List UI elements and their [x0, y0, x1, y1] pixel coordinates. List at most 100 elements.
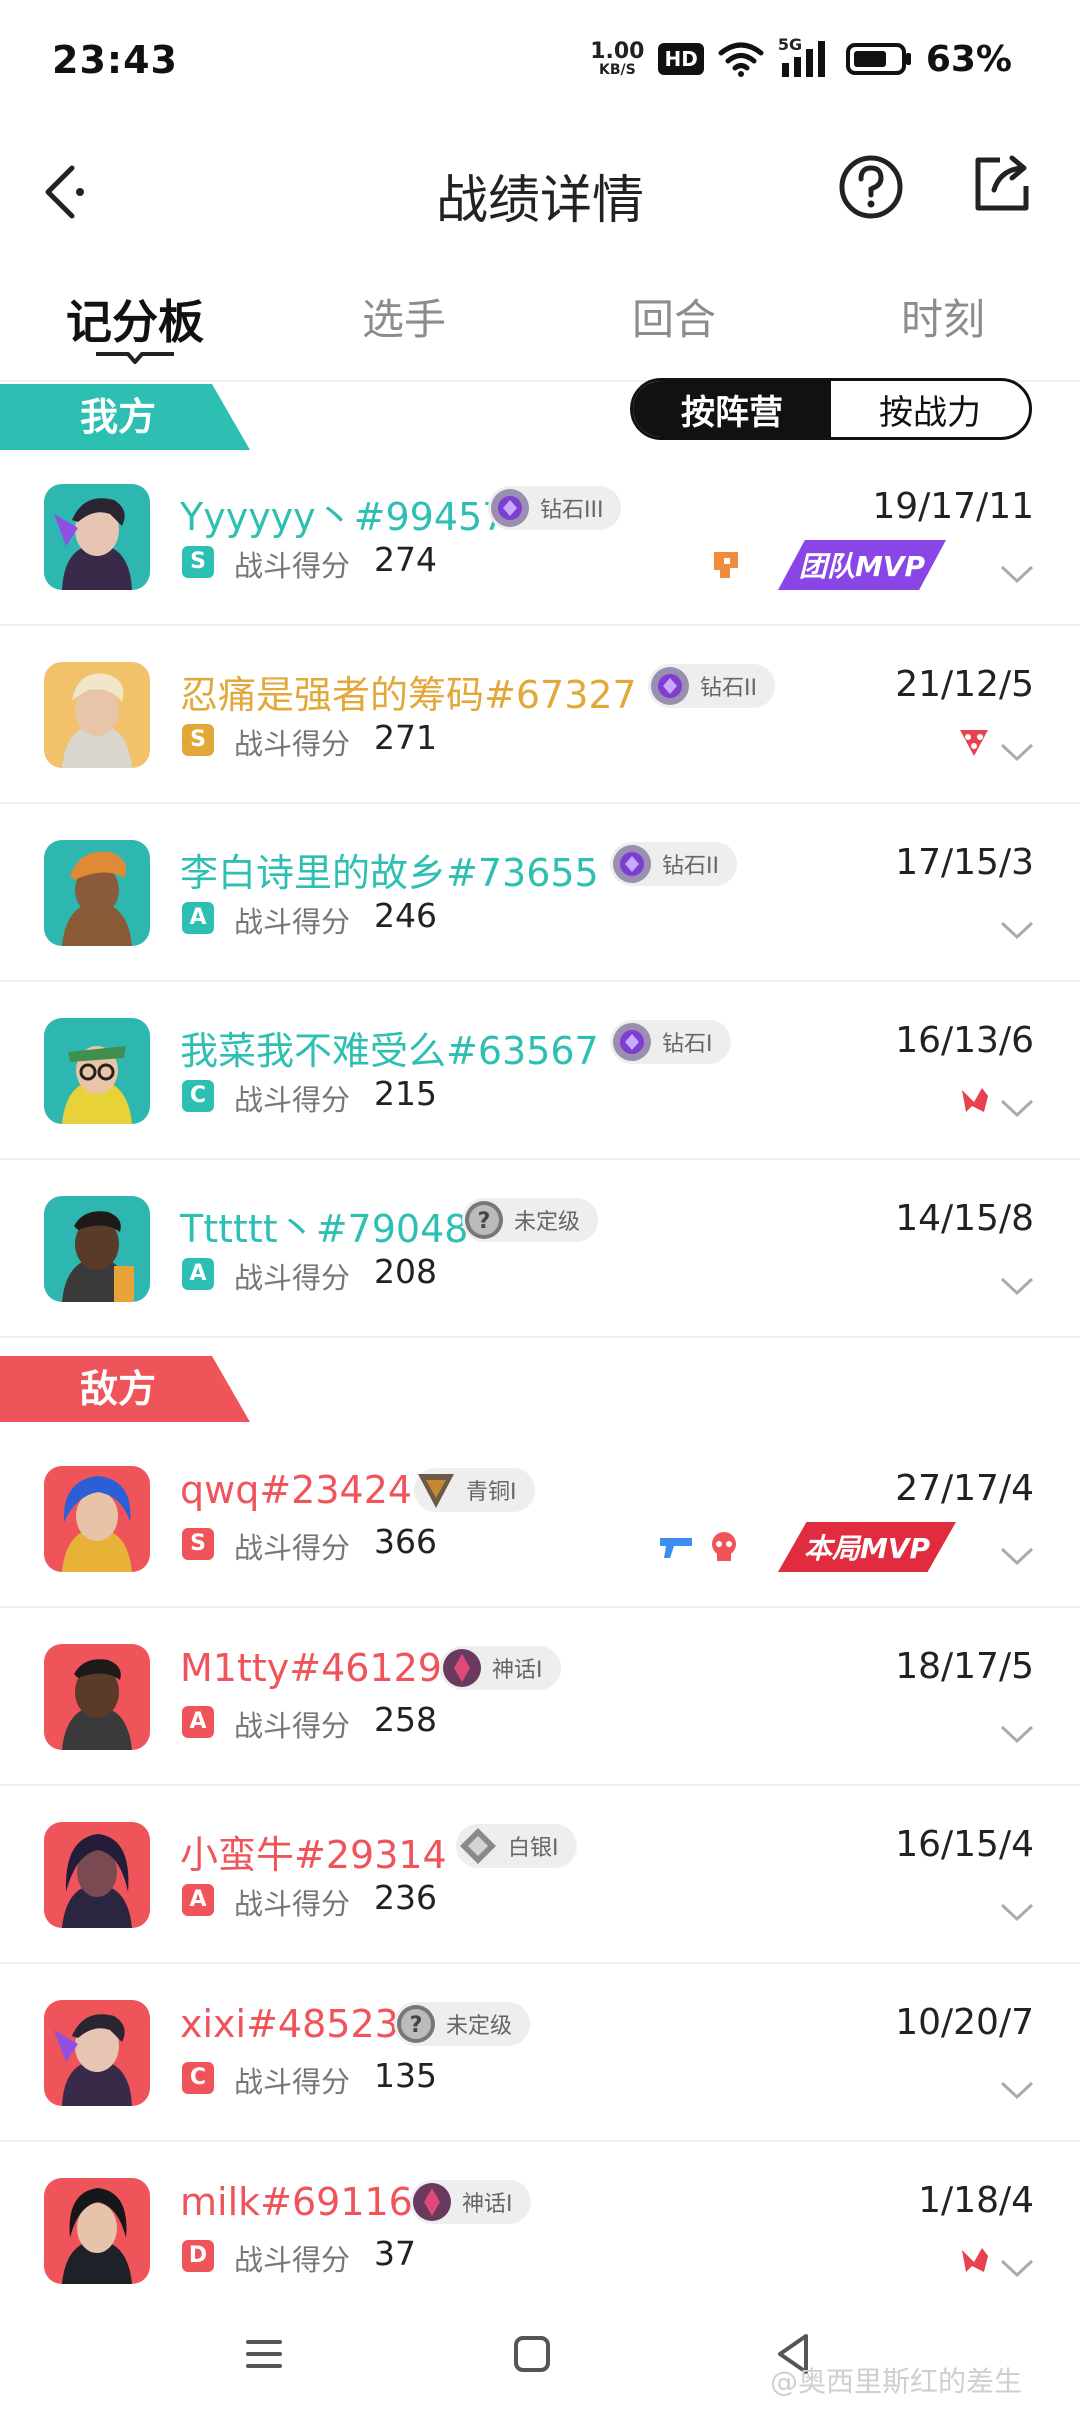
player-row[interactable]: xixi#48523 ? 未定级 C 战斗得分 135 10/20/7 — [0, 1964, 1080, 2142]
player-row[interactable]: 小蛮牛#29314 白银I A 战斗得分 236 16/15/4 — [0, 1786, 1080, 1964]
rank-badge: 青铜I — [414, 1468, 535, 1512]
active-tab-indicator — [96, 352, 174, 364]
score-label: 战斗得分 — [234, 1709, 351, 1743]
tab-players[interactable]: 选手 — [362, 286, 446, 347]
player-name[interactable]: milk#69116 — [180, 2180, 413, 2224]
player-row[interactable]: Yyyyyy丶#99457 钻石III S 战斗得分 274 19/17/11 … — [0, 448, 1080, 626]
kda: 16/15/4 — [895, 1824, 1034, 1865]
hd-icon: HD — [658, 43, 704, 75]
grade-badge: A — [182, 1706, 214, 1738]
help-circle-icon[interactable] — [838, 154, 904, 220]
score-label: 战斗得分 — [234, 727, 351, 761]
page-title: 战绩详情 — [435, 171, 644, 231]
player-name[interactable]: Yyyyyy丶#99457 — [180, 486, 506, 541]
status-time: 23:43 — [52, 38, 178, 82]
signal-icon: 5G — [778, 35, 832, 79]
rank-badge: 钻石II — [648, 664, 775, 708]
chevron-down-icon[interactable] — [1000, 1902, 1034, 1922]
diamond-rank-icon — [613, 845, 651, 883]
chevron-down-icon[interactable] — [1000, 1546, 1034, 1566]
kda: 10/20/7 — [895, 2002, 1034, 2043]
score-label: 战斗得分 — [234, 1083, 351, 1117]
rank-badge: 钻石III — [488, 486, 622, 530]
agent-avatar — [44, 484, 150, 590]
tab-bar: 记分板 选手 回合 时刻 — [0, 270, 1080, 382]
chevron-down-icon[interactable] — [1000, 1276, 1034, 1296]
agent-avatar — [44, 1018, 150, 1124]
diamond-rank-icon — [613, 1023, 651, 1061]
grade-badge: C — [182, 2062, 214, 2094]
sort-toggle: 按阵营 按战力 — [630, 378, 1032, 440]
share-icon[interactable] — [972, 154, 1032, 214]
chevron-down-icon[interactable] — [1000, 920, 1034, 940]
enemy-team-header: 敌方 — [0, 1356, 1080, 1422]
match-mvp-badge: 本局MVP — [778, 1522, 956, 1572]
enemy-team-label: 敌方 — [0, 1356, 250, 1422]
grade-badge: A — [182, 1884, 214, 1916]
agent-avatar — [44, 1466, 150, 1572]
score-label: 战斗得分 — [234, 549, 351, 583]
tab-rounds[interactable]: 回合 — [632, 286, 716, 347]
chevron-down-icon[interactable] — [1000, 742, 1034, 762]
player-row[interactable]: qwq#23424 青铜I S 战斗得分 366 27/17/4 本局MVP — [0, 1430, 1080, 1608]
first-blood-icon — [962, 1088, 988, 1112]
chevron-down-icon[interactable] — [1000, 1098, 1034, 1118]
rank-badge: 白银I — [456, 1824, 577, 1868]
tab-scoreboard[interactable]: 记分板 — [66, 286, 204, 352]
grade-badge: C — [182, 1080, 214, 1112]
player-row[interactable]: M1tty#46129 神话I A 战斗得分 258 18/17/5 — [0, 1608, 1080, 1786]
our-team-header: 我方 按阵营 按战力 — [0, 378, 1080, 450]
agent-avatar — [44, 1196, 150, 1302]
kda: 1/18/4 — [918, 2180, 1034, 2221]
kda: 19/17/11 — [872, 486, 1034, 527]
chevron-down-icon[interactable] — [1000, 2080, 1034, 2100]
battery-percent: 63% — [925, 38, 1012, 80]
chevron-down-icon[interactable] — [1000, 564, 1034, 584]
player-name[interactable]: 李白诗里的故乡#73655 — [180, 842, 599, 897]
tab-moments[interactable]: 时刻 — [901, 286, 985, 347]
bronze-rank-icon — [418, 1474, 454, 1508]
player-row[interactable]: Tttttt丶#79048 ? 未定级 A 战斗得分 208 14/15/8 — [0, 1160, 1080, 1338]
svg-text:?: ? — [410, 2013, 423, 2038]
skull-icon — [712, 1532, 736, 1561]
player-name[interactable]: xixi#48523 — [180, 2002, 399, 2046]
player-name[interactable]: 忍痛是强者的筹码#67327 — [180, 664, 637, 719]
chevron-down-icon[interactable] — [1000, 1724, 1034, 1744]
player-row[interactable]: milk#69116 神话I D 战斗得分 37 1/18/4 — [0, 2142, 1080, 2284]
player-name[interactable]: 我菜我不难受么#63567 — [180, 1020, 599, 1075]
player-name[interactable]: qwq#23424 — [180, 1468, 412, 1512]
triple-kill-icon — [960, 730, 988, 756]
player-name[interactable]: M1tty#46129 — [180, 1646, 442, 1690]
chevron-down-icon[interactable] — [1000, 2258, 1034, 2278]
grade-badge: S — [182, 724, 214, 756]
agent-avatar — [44, 2178, 150, 2284]
home-icon[interactable] — [502, 2324, 562, 2384]
rank-badge: 钻石II — [610, 842, 737, 886]
unranked-icon: ? — [465, 1201, 503, 1239]
diamond-rank-icon — [491, 489, 529, 527]
kda: 14/15/8 — [895, 1198, 1034, 1239]
combat-score: 215 — [374, 1074, 437, 1113]
player-row[interactable]: 忍痛是强者的筹码#67327 钻石II S 战斗得分 271 21/12/5 — [0, 626, 1080, 804]
silver-rank-icon — [460, 1828, 496, 1864]
grade-badge: A — [182, 1258, 214, 1290]
rank-badge: 神话I — [440, 1646, 561, 1690]
player-name[interactable]: 小蛮牛#29314 — [180, 1824, 447, 1879]
combat-score: 37 — [374, 2234, 416, 2273]
svg-text:?: ? — [478, 1209, 491, 1234]
grade-badge: D — [182, 2240, 214, 2272]
player-row[interactable]: 李白诗里的故乡#73655 钻石II A 战斗得分 246 17/15/3 — [0, 804, 1080, 982]
rank-badge: 钻石I — [610, 1020, 731, 1064]
combat-score: 366 — [374, 1522, 437, 1561]
status-bar: 23:43 1.00 KB/S HD 5G 63% — [0, 0, 1080, 120]
menu-icon[interactable] — [234, 2324, 294, 2384]
rank-badge: ? 未定级 — [462, 1198, 599, 1242]
grade-badge: S — [182, 1528, 214, 1560]
player-name[interactable]: Tttttt丶#79048 — [180, 1198, 468, 1253]
player-row[interactable]: 我菜我不难受么#63567 钻石I C 战斗得分 215 16/13/6 — [0, 982, 1080, 1160]
sort-by-team-button[interactable]: 按阵营 — [633, 381, 831, 437]
kda: 16/13/6 — [895, 1020, 1034, 1061]
sort-by-power-button[interactable]: 按战力 — [831, 381, 1029, 437]
score-label: 战斗得分 — [234, 1261, 351, 1295]
score-label: 战斗得分 — [234, 1531, 351, 1565]
